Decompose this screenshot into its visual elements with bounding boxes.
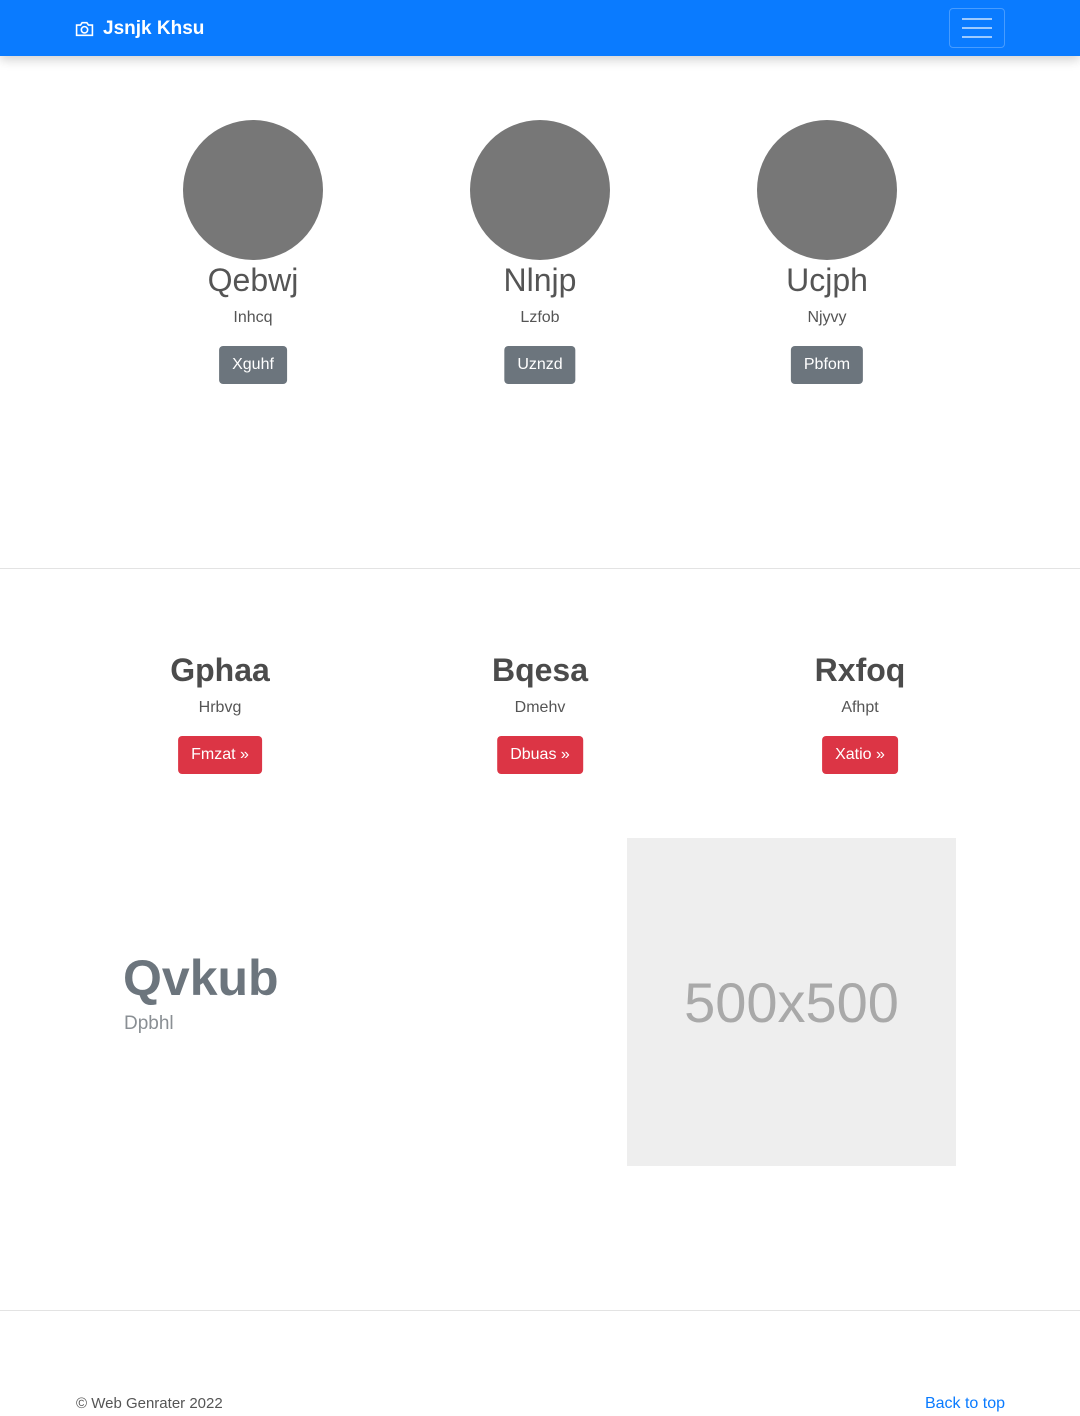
featurette-subheading: Dpbhl (124, 1013, 174, 1034)
feature-title: Bqesa (491, 652, 589, 688)
copyright-text: © Web Genrater 2022 (76, 1395, 223, 1412)
feature-button[interactable]: Dbuas » (497, 736, 583, 774)
profile-name: Qebwj (207, 262, 299, 298)
profile-subtitle: Lzfob (520, 309, 560, 326)
feature-subtitle: Dmehv (514, 699, 566, 716)
feature-button[interactable]: Xatio » (822, 736, 898, 774)
hamburger-menu-icon (962, 18, 992, 38)
back-to-top-link[interactable]: Back to top (925, 1394, 1005, 1414)
profile-button[interactable]: Xguhf (219, 346, 287, 384)
profile-button[interactable]: Pbfom (790, 346, 864, 384)
profile-name: Nlnjp (503, 262, 577, 298)
feature-title: Gphaa (170, 652, 270, 688)
avatar (757, 120, 897, 260)
profile-button[interactable]: Uznzd (504, 346, 576, 384)
placeholder-image: 500x500 (627, 838, 956, 1166)
top-navbar: Jsnjk Khsu (0, 0, 1080, 56)
feature-title: Rxfoq (814, 652, 906, 688)
profile-subtitle: Inhcq (233, 309, 273, 326)
avatar (470, 120, 610, 260)
navbar-toggle-button[interactable] (949, 8, 1005, 48)
camera-icon (75, 21, 94, 37)
section-divider (0, 1310, 1080, 1311)
profile-subtitle: Njyvy (807, 309, 847, 326)
feature-button[interactable]: Fmzat » (178, 736, 262, 774)
feature-subtitle: Afhpt (841, 699, 879, 716)
section-divider (0, 568, 1080, 569)
brand-link[interactable]: Jsnjk Khsu (75, 17, 204, 41)
brand-name: Jsnjk Khsu (103, 18, 205, 39)
feature-subtitle: Hrbvg (198, 699, 242, 716)
featurette-heading: Qvkub (123, 950, 279, 1006)
profile-name: Ucjph (786, 262, 868, 298)
avatar (183, 120, 323, 260)
placeholder-size-label: 500x500 (684, 970, 899, 1034)
